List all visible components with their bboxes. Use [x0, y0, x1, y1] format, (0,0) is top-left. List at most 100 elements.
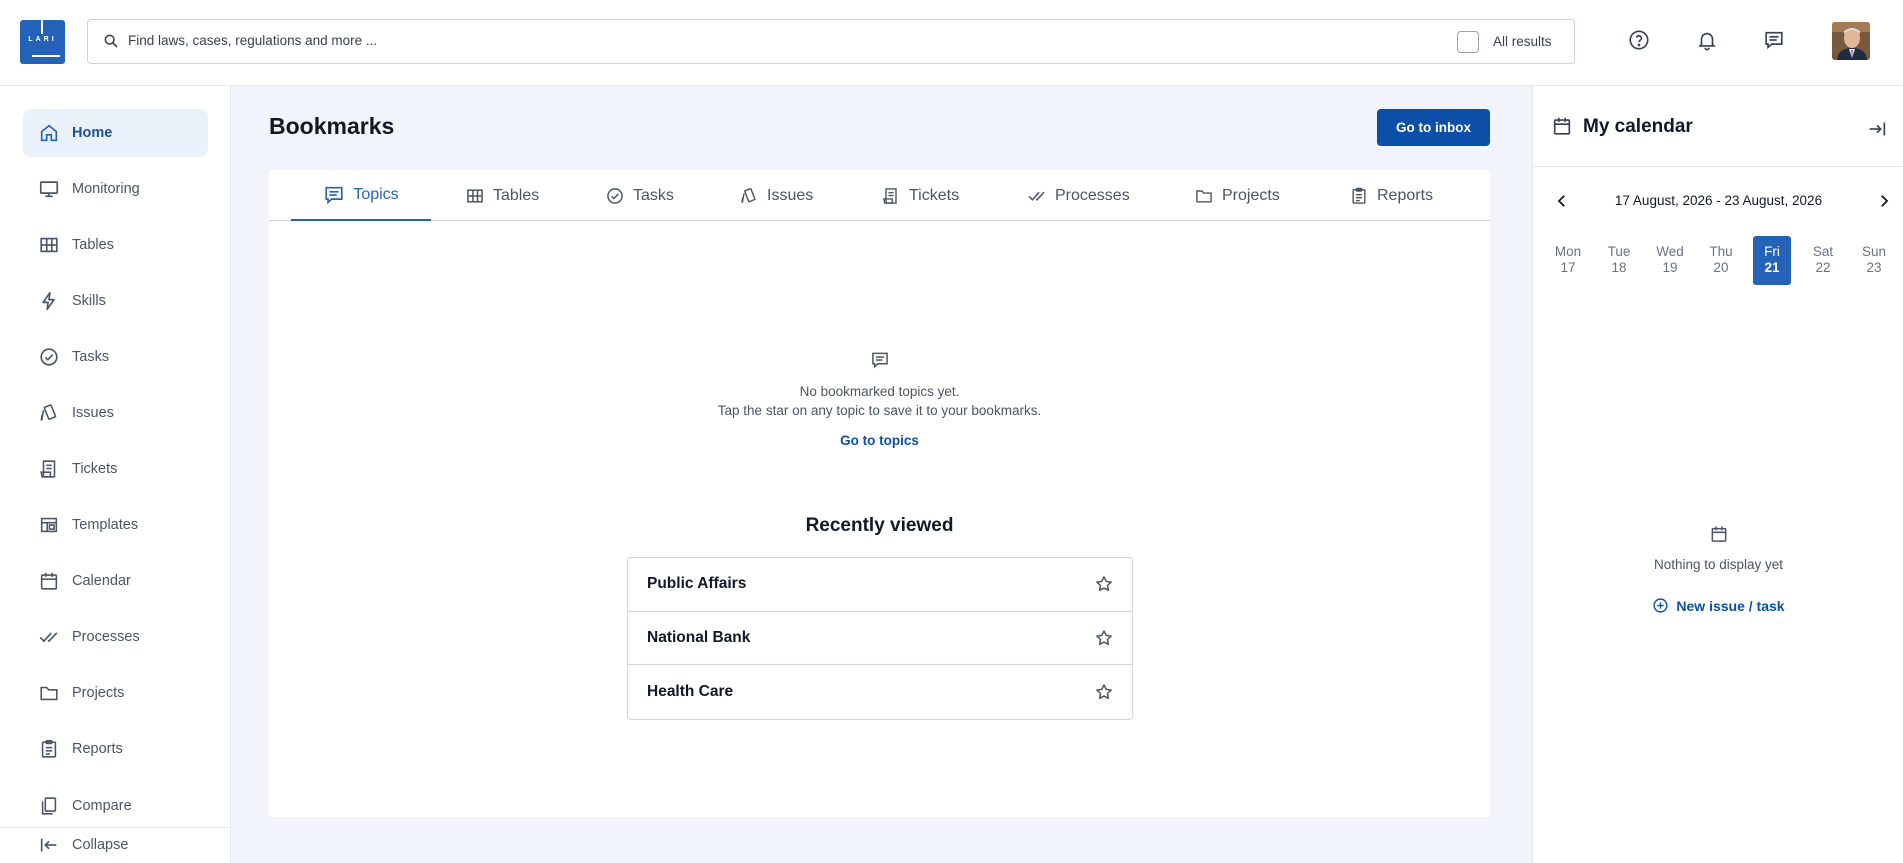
calendar-empty-icon: [1709, 524, 1729, 544]
logo-text: LARI: [28, 36, 57, 43]
sidebar-item-tickets[interactable]: Tickets: [23, 445, 208, 493]
sidebar-item-label: Templates: [72, 517, 139, 533]
search-icon: [103, 33, 119, 49]
tab-label: Reports: [1377, 186, 1434, 204]
day-name: Sun: [1861, 244, 1887, 259]
sidebar-item-label: Tables: [72, 237, 114, 253]
collapse-panel-icon[interactable]: [1866, 118, 1888, 140]
day-number: 18: [1611, 260, 1627, 275]
sidebar-item-label: Tasks: [72, 349, 110, 365]
tab-projects[interactable]: Projects: [1194, 170, 1280, 221]
day-number: 21: [1764, 260, 1780, 275]
day-thu[interactable]: Thu 20: [1702, 236, 1740, 285]
sidebar-item-skills[interactable]: Skills: [23, 277, 208, 325]
tab-label: Issues: [767, 186, 814, 204]
ticket-icon: [881, 186, 901, 206]
clipboard-icon: [1349, 186, 1369, 206]
tab-tickets[interactable]: Tickets: [881, 170, 959, 221]
day-number: 17: [1560, 260, 1576, 275]
list-item[interactable]: National Bank: [628, 612, 1132, 665]
tab-tables[interactable]: Tables: [465, 170, 539, 221]
day-name: Mon: [1554, 244, 1582, 259]
page-title: Bookmarks: [269, 113, 395, 139]
check-circle-icon: [38, 346, 60, 368]
tab-issues[interactable]: Issues: [739, 170, 813, 221]
sidebar-item-issues[interactable]: Issues: [23, 389, 208, 437]
folder-icon: [1194, 186, 1214, 206]
clipboard-icon: [38, 738, 60, 760]
tab-processes[interactable]: Processes: [1027, 170, 1130, 221]
sidebar-item-tables[interactable]: Tables: [23, 221, 208, 269]
tab-tasks[interactable]: Tasks: [605, 170, 674, 221]
sidebar-item-label: Compare: [72, 798, 132, 814]
bookmarks-card: Topics Tables Tasks Issues Tickets Proce…: [269, 170, 1490, 817]
tab-label: Processes: [1055, 186, 1130, 204]
search-bar[interactable]: Find laws, cases, regulations and more .…: [87, 19, 1575, 64]
day-name: Thu: [1709, 244, 1733, 259]
day-wed[interactable]: Wed 19: [1651, 236, 1689, 285]
home-icon: [38, 122, 60, 144]
sidebar-item-home[interactable]: Home: [23, 109, 208, 157]
logo-mark-top: [41, 20, 43, 34]
topics-icon: [323, 184, 345, 206]
star-icon[interactable]: [1094, 628, 1114, 648]
sidebar-item-label: Calendar: [72, 573, 131, 589]
topics-empty-icon: [870, 350, 890, 370]
sidebar-item-label: Home: [72, 125, 113, 141]
day-mon[interactable]: Mon 17: [1549, 236, 1587, 285]
sidebar-item-tasks[interactable]: Tasks: [23, 333, 208, 381]
message-icon[interactable]: [1763, 29, 1785, 51]
tab-reports[interactable]: Reports: [1349, 170, 1433, 221]
sidebar-item-label: Tickets: [72, 461, 118, 477]
list-item-label[interactable]: Health Care: [647, 683, 733, 701]
sidebar-item-monitoring[interactable]: Monitoring: [23, 165, 208, 213]
folder-icon: [38, 682, 60, 704]
bell-icon[interactable]: [1696, 29, 1718, 51]
calendar-icon: [38, 570, 60, 592]
logo-mark-bottom: [32, 55, 60, 57]
help-icon[interactable]: [1628, 29, 1650, 51]
sidebar-item-label: Monitoring: [72, 181, 140, 197]
sidebar-item-label: Processes: [72, 629, 140, 645]
go-to-topics-link[interactable]: Go to topics: [269, 433, 1490, 448]
all-results-checkbox[interactable]: [1457, 31, 1479, 53]
day-fri-selected[interactable]: Fri 21: [1753, 236, 1791, 285]
list-item[interactable]: Health Care: [628, 665, 1132, 719]
sidebar-item-compare[interactable]: Compare: [23, 782, 208, 830]
all-results-label[interactable]: All results: [1493, 34, 1552, 49]
sidebar-item-calendar[interactable]: Calendar: [23, 557, 208, 605]
table-icon: [465, 186, 485, 206]
avatar[interactable]: [1832, 22, 1870, 60]
day-tue[interactable]: Tue 18: [1600, 236, 1638, 285]
sidebar-item-label: Skills: [72, 293, 106, 309]
list-item-label[interactable]: National Bank: [647, 629, 750, 647]
empty-state-hint: Tap the star on any topic to save it to …: [717, 403, 1042, 418]
chevron-right-icon[interactable]: [1875, 192, 1893, 210]
tab-topics[interactable]: Topics: [291, 170, 431, 221]
recently-viewed-list: Public Affairs National Bank Health Care: [627, 557, 1133, 720]
double-check-icon: [1027, 186, 1047, 206]
calendar-icon: [1551, 115, 1573, 137]
day-sun[interactable]: Sun 23: [1855, 236, 1893, 285]
calendar-panel: My calendar 17 August, 2026 - 23 August,…: [1532, 86, 1903, 863]
calendar-empty-text: Nothing to display yet: [1653, 557, 1784, 572]
new-issue-task-button[interactable]: New issue / task: [1533, 597, 1903, 614]
sidebar-item-processes[interactable]: Processes: [23, 613, 208, 661]
go-to-inbox-button[interactable]: Go to inbox: [1377, 109, 1490, 146]
day-sat[interactable]: Sat 22: [1804, 236, 1842, 285]
sidebar-item-templates[interactable]: Templates: [23, 501, 208, 549]
date-range: 17 August, 2026 - 23 August, 2026: [1614, 193, 1823, 208]
list-item-label[interactable]: Public Affairs: [647, 575, 746, 593]
sidebar-item-projects[interactable]: Projects: [23, 669, 208, 717]
list-item[interactable]: Public Affairs: [628, 558, 1132, 612]
sidebar-item-reports[interactable]: Reports: [23, 725, 208, 773]
collapse-button[interactable]: Collapse: [23, 827, 208, 863]
sidebar-item-label: Reports: [72, 741, 123, 757]
search-input[interactable]: Find laws, cases, regulations and more .…: [128, 33, 377, 48]
compare-icon: [38, 795, 60, 817]
star-icon[interactable]: [1094, 682, 1114, 702]
lari-logo[interactable]: LARI: [20, 20, 65, 64]
table-icon: [38, 234, 60, 256]
star-icon[interactable]: [1094, 574, 1114, 594]
go-to-topics-label[interactable]: Go to topics: [840, 433, 919, 448]
